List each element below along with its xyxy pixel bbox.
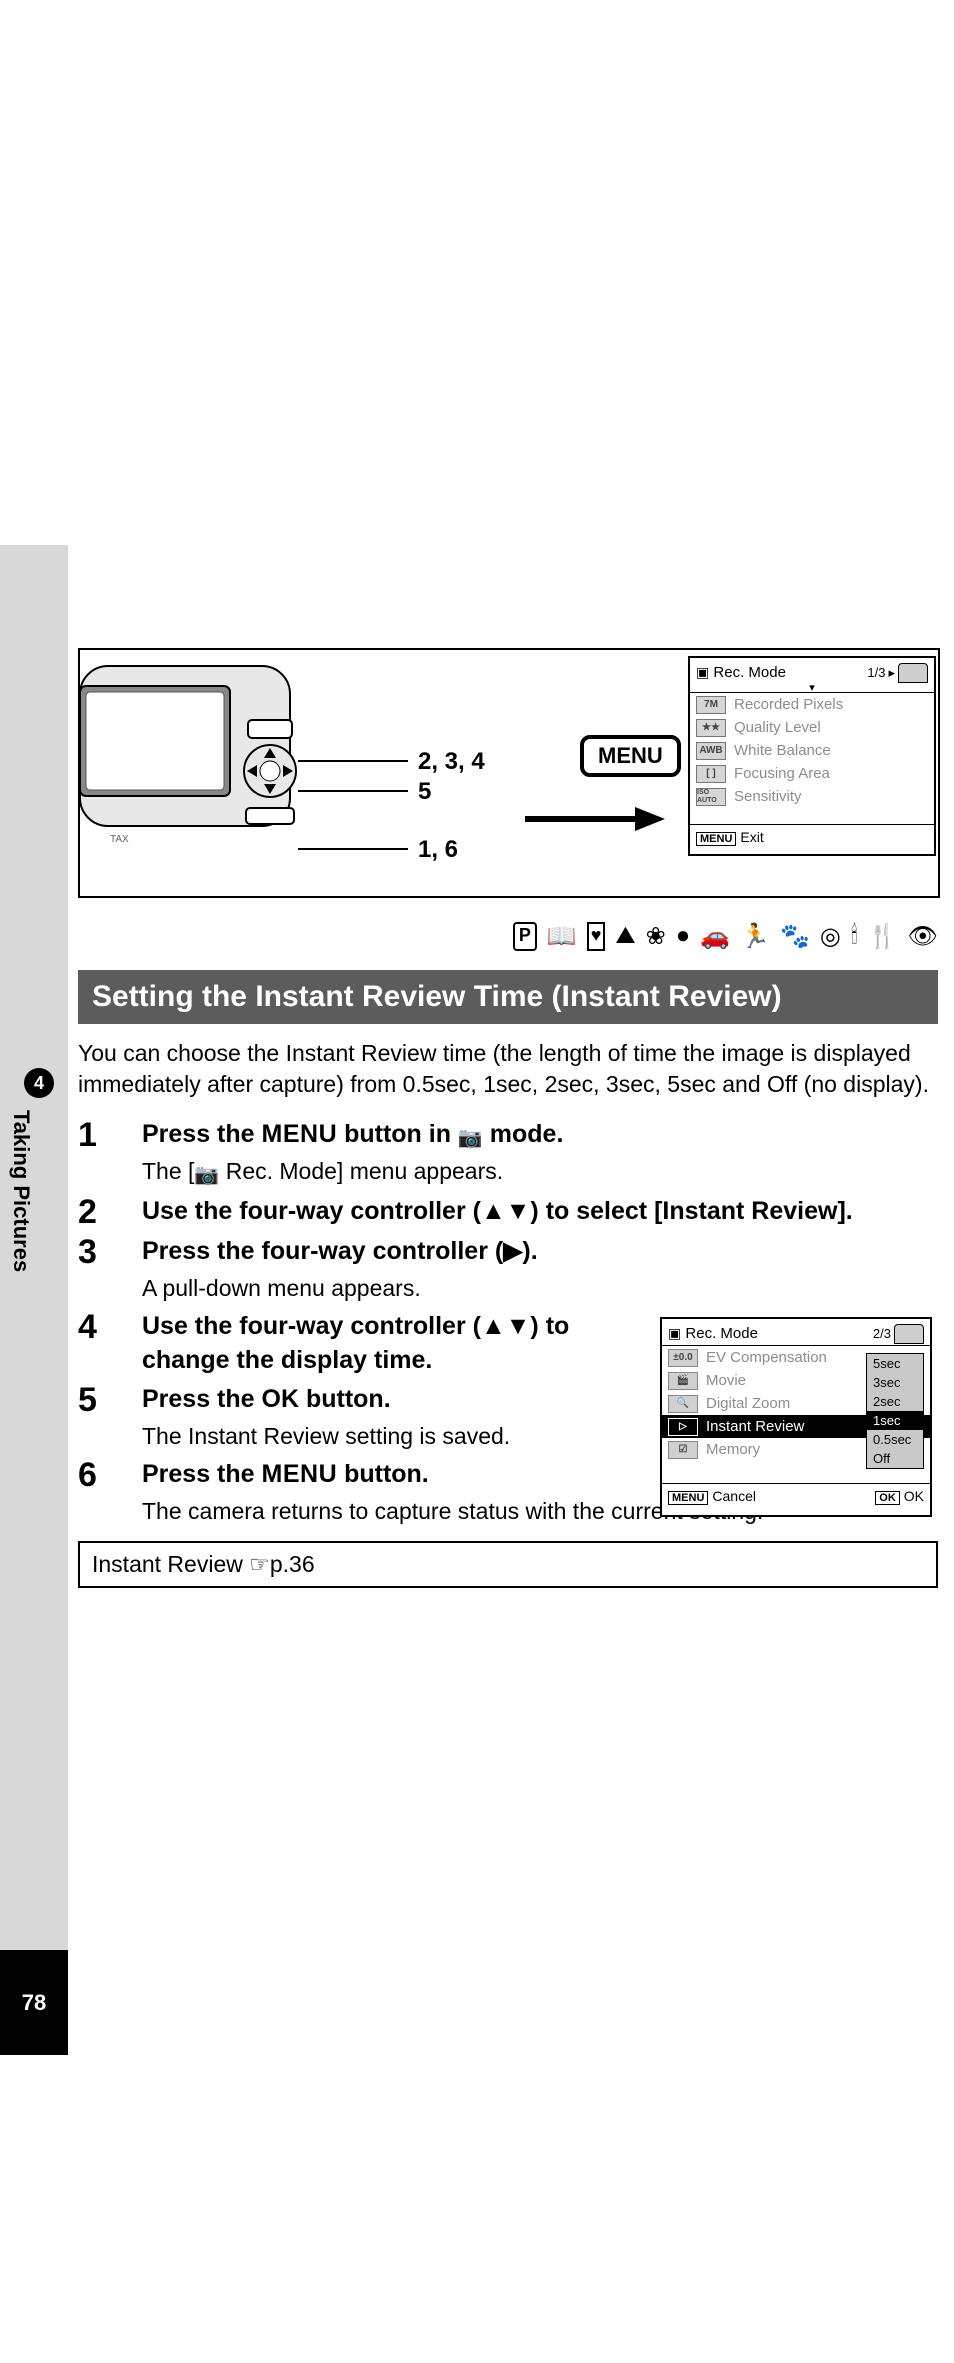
dropdown-option: Off [867,1449,923,1468]
dropdown-option: 3sec [867,1373,923,1392]
section-heading: Setting the Instant Review Time (Instant… [78,970,938,1024]
camera-icon: 📷 [194,1164,219,1186]
cross-reference-box: Instant Review ☞p.36 [78,1541,938,1588]
instant-review-dropdown: 5sec 3sec 2sec 1sec 0.5sec Off [866,1353,924,1469]
dropdown-option-selected: 1sec [867,1411,923,1430]
lcd-rec-mode-2: ▣ Rec. Mode 2/3 ±0.0EV Compensation 🎬Mov… [660,1317,932,1517]
lcd2-page-indicator: 2/3 [873,1326,891,1341]
step-3: 3 Press the four-way controller (▶). A p… [78,1235,648,1304]
step-number: 1 [78,1118,142,1152]
step-number: 6 [78,1458,142,1492]
chapter-label: Taking Pictures [8,1110,34,1272]
menu-box-icon: MENU [668,1491,708,1505]
intro-paragraph: You can choose the Instant Review time (… [78,1038,938,1100]
dropdown-option: 5sec [867,1354,923,1373]
step-4: 4 Use the four-way controller (▲▼) to ch… [78,1310,648,1378]
lcd2-title: Rec. Mode [685,1325,758,1342]
camera-icon: ▣ [668,1325,681,1341]
dropdown-option: 0.5sec [867,1430,923,1449]
step-number: 4 [78,1310,142,1344]
chapter-number-badge: 4 [24,1068,54,1098]
lcd2-footer-cancel: Cancel [712,1488,756,1504]
step-2: 2 Use the four-way controller (▲▼) to se… [78,1195,938,1229]
camera-icon: 📷 [458,1127,483,1149]
ok-box-icon: OK [875,1491,900,1505]
dropdown-option: 2sec [867,1392,923,1411]
step-1: 1 Press the MENU button in 📷 mode. The [… [78,1118,938,1189]
step-number: 5 [78,1383,142,1417]
step-number: 3 [78,1235,142,1269]
tab-stub-icon [894,1324,924,1344]
lcd2-footer-ok: OK [904,1488,924,1504]
step-number: 2 [78,1195,142,1229]
page-number: 78 [0,1950,68,2055]
